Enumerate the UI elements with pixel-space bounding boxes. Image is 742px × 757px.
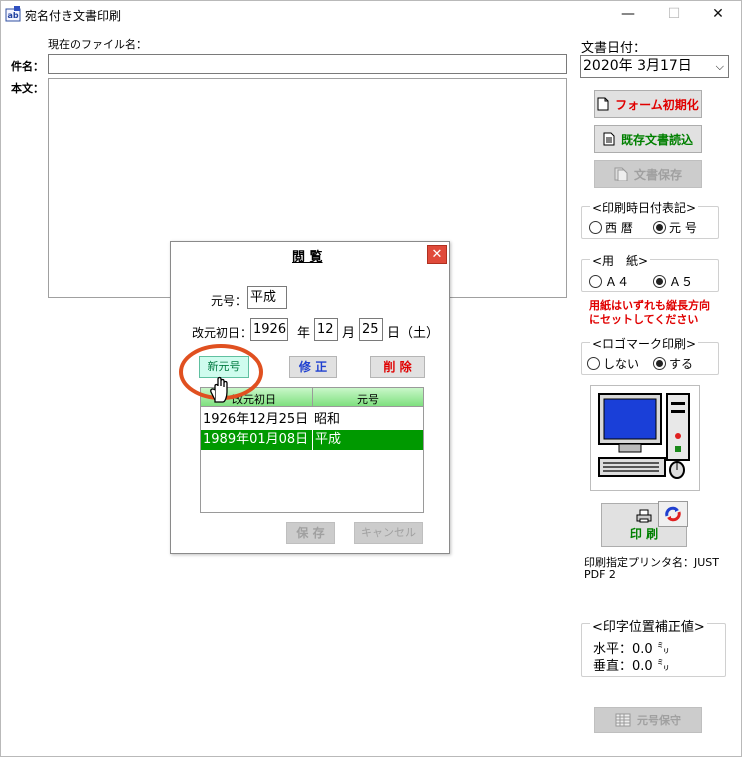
radio-a4-dot — [589, 275, 602, 288]
delete-button[interactable]: 削 除 — [370, 356, 425, 378]
vertical-offset: 垂直：0.0 ㍉ — [593, 659, 670, 674]
radio-a5[interactable]: Ａ５ — [653, 273, 693, 290]
era-table[interactable]: 改元初日 元号 1926年12月25日 昭和 1989年01月08日 平成 — [200, 387, 424, 513]
radio-no-dot — [587, 357, 600, 370]
era-input[interactable]: 平成 — [247, 286, 287, 309]
radio-era[interactable]: 元 号 — [653, 219, 697, 236]
radio-a4[interactable]: Ａ４ — [589, 273, 629, 290]
print-button-label: 印 刷 — [629, 526, 659, 541]
print-offset-group: <印字位置補正値> 水平：0.0 ㍉ 垂直：0.0 ㍉ — [581, 616, 726, 677]
body-label: 本文： — [11, 82, 44, 95]
refresh-icon — [665, 506, 681, 522]
paper-note-line2: にセットしてください — [589, 313, 699, 326]
chevron-down-icon[interactable]: ⌵ — [716, 56, 724, 77]
subject-input[interactable] — [48, 54, 567, 74]
doc-date-picker[interactable]: 2020年 3月17日 ⌵ — [580, 55, 729, 78]
era-maintenance-button[interactable]: 元号保守 — [594, 707, 702, 733]
radio-era-label: 元 号 — [669, 221, 697, 235]
save-doc-label: 文書保存 — [633, 167, 682, 182]
col-header-era: 元号 — [357, 393, 379, 406]
load-doc-button[interactable]: 既存文書読込 — [594, 125, 702, 153]
paper-group: <用 紙> Ａ４ Ａ５ — [581, 252, 719, 292]
year-unit: 年 — [297, 326, 311, 341]
printer-icon — [636, 509, 652, 522]
computer-icon — [598, 393, 690, 479]
save-doc-button[interactable]: 文書保存 — [594, 160, 702, 188]
radio-yes-label: する — [669, 357, 694, 371]
window-title: 宛名付き文書印刷 — [25, 9, 122, 23]
dialog-save-button[interactable]: 保 存 — [286, 522, 335, 544]
doc-date-label: 文書日付： — [581, 41, 647, 56]
title-bar: ab 宛名付き文書印刷 — ☐ ✕ — [1, 1, 741, 29]
col-divider — [312, 388, 313, 407]
paper-group-title: <用 紙> — [590, 252, 651, 269]
current-file-label: 現在のファイル名： — [48, 38, 147, 51]
radio-no[interactable]: しない — [587, 355, 639, 372]
close-button[interactable]: ✕ — [695, 1, 741, 29]
radio-western-dot — [589, 221, 602, 234]
main-window: ab 宛名付き文書印刷 — ☐ ✕ 現在のファイル名： 件名： 本文： 文書日付… — [0, 0, 742, 757]
logo-group-title: <ロゴマーク印刷> — [590, 335, 699, 352]
form-init-label: フォーム初期化 — [615, 97, 699, 112]
radio-a4-label: Ａ４ — [605, 275, 630, 289]
radio-yes-dot — [653, 357, 666, 370]
table-row-selected[interactable]: 1989年01月08日 平成 — [201, 430, 423, 450]
dialog-cancel-button[interactable]: キャンセル — [354, 522, 423, 544]
document-icon — [597, 97, 609, 111]
open-document-icon — [603, 132, 615, 146]
row-era: 昭和 — [314, 412, 341, 427]
logo-image — [590, 385, 700, 491]
printer-select-button[interactable] — [658, 501, 688, 527]
close-icon: ✕ — [431, 247, 443, 262]
maximize-button[interactable]: ☐ — [651, 1, 697, 29]
day-unit: 日（土） — [387, 326, 440, 341]
radio-no-label: しない — [603, 357, 640, 371]
day-input[interactable]: 25 — [359, 318, 383, 341]
row-era: 平成 — [312, 430, 341, 450]
year-input[interactable]: 1926 — [250, 318, 288, 341]
subject-label: 件名： — [11, 60, 44, 73]
svg-text:ab: ab — [7, 11, 18, 20]
radio-western[interactable]: 西 暦 — [589, 219, 633, 236]
save-document-icon — [614, 167, 628, 181]
month-unit: 月 — [342, 326, 356, 341]
era-maintenance-label: 元号保守 — [637, 714, 681, 727]
printer-name-line2: PDF 2 — [584, 568, 616, 581]
row-date: 1989年01月08日 — [203, 432, 309, 447]
print-date-group: <印刷時日付表記> 西 暦 元 号 — [581, 199, 719, 239]
dialog-close-button[interactable]: ✕ — [427, 245, 447, 264]
radio-yes[interactable]: する — [653, 355, 693, 372]
print-offset-group-title: <印字位置補正値> — [590, 616, 707, 635]
table-row[interactable]: 1926年12月25日 昭和 — [201, 410, 423, 430]
row-date: 1926年12月25日 — [203, 412, 309, 427]
calendar-icon — [615, 713, 631, 727]
radio-a5-dot — [653, 275, 666, 288]
doc-date-value: 2020年 3月17日 — [583, 58, 692, 74]
radio-a5-label: Ａ５ — [669, 275, 694, 289]
edit-button[interactable]: 修 正 — [289, 356, 337, 378]
month-input[interactable]: 12 — [314, 318, 338, 341]
app-icon: ab — [5, 6, 21, 22]
load-doc-label: 既存文書読込 — [620, 132, 693, 147]
era-label: 元号： — [211, 294, 248, 308]
minimize-button[interactable]: — — [605, 1, 651, 29]
dialog-title: 閲 覧 — [292, 250, 323, 265]
hand-cursor-icon — [210, 376, 228, 403]
era-start-label: 改元初日： — [192, 326, 253, 340]
print-date-group-title: <印刷時日付表記> — [590, 199, 699, 216]
radio-western-label: 西 暦 — [605, 221, 633, 235]
logo-group: <ロゴマーク印刷> しない する — [581, 335, 719, 375]
radio-era-dot — [653, 221, 666, 234]
form-init-button[interactable]: フォーム初期化 — [594, 90, 702, 118]
